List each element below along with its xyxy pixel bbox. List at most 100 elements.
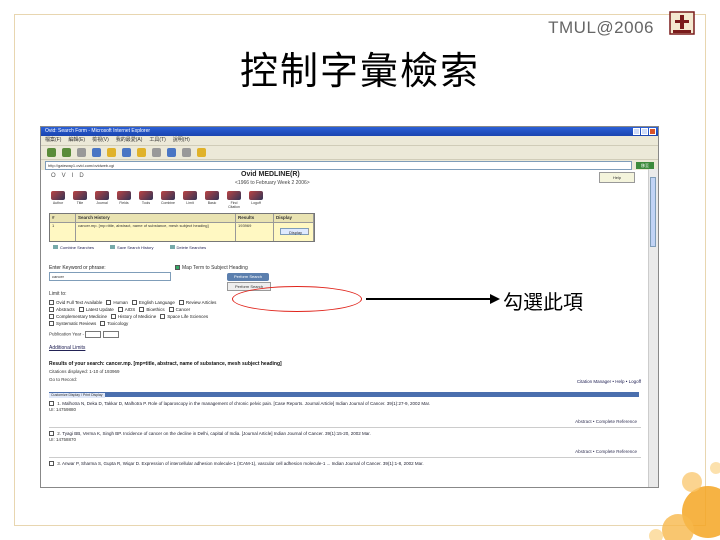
help-button[interactable]: Help <box>599 172 635 183</box>
mail-icon[interactable] <box>167 148 176 157</box>
limit-full-text[interactable]: Ovid Full Text Available <box>49 299 102 306</box>
checkbox-icon[interactable] <box>49 431 54 437</box>
checkbox-icon[interactable] <box>49 314 54 320</box>
refresh-icon[interactable] <box>92 148 101 157</box>
tool-find-citation[interactable]: Find Citation <box>225 191 243 209</box>
combine-searches-link[interactable]: Combine Searches <box>53 245 94 250</box>
limit-history[interactable]: History of Medicine <box>111 313 156 320</box>
limit-bioethics[interactable]: Bioethics <box>139 306 165 313</box>
history-col-results: Results <box>236 214 274 222</box>
limit-cancer[interactable]: Cancer <box>168 306 190 313</box>
menu-tools[interactable]: 工具(T) <box>149 136 165 145</box>
divider <box>49 457 641 458</box>
limit-review[interactable]: Review Articles <box>178 299 216 306</box>
limit-toxicology[interactable]: Toxicology <box>100 320 128 327</box>
home-icon[interactable] <box>107 148 116 157</box>
scrollbar[interactable] <box>648 169 658 487</box>
forward-icon[interactable] <box>62 148 71 157</box>
logoff-icon <box>249 191 263 200</box>
record-text[interactable]: Malhotra N, Deka D, Takkar D, Malhotra P… <box>62 401 430 406</box>
checkbox-icon[interactable] <box>49 300 54 306</box>
publication-year: Publication Year - <box>49 331 119 338</box>
record-links[interactable]: Abstract • Complete Reference <box>575 419 637 424</box>
pubyear-to-select[interactable] <box>102 331 119 338</box>
limit-complementary[interactable]: Complementary Medicine <box>49 313 107 320</box>
limit-abstracts[interactable]: Abstracts <box>49 306 75 313</box>
checkbox-icon[interactable] <box>100 321 106 327</box>
history-links: Combine Searches Save Search History Del… <box>53 245 206 250</box>
checkbox-icon[interactable] <box>117 307 123 313</box>
limit-english[interactable]: English Language <box>131 299 175 306</box>
perform-search-button[interactable]: Perform Search <box>227 273 269 281</box>
save-history-link[interactable]: Save Search History <box>110 245 153 250</box>
history-col-query: Search History <box>76 214 236 222</box>
map-term-checkbox[interactable]: Map Term to Subject Heading <box>175 265 248 271</box>
go-to-record[interactable]: Go to Record: <box>49 377 77 382</box>
history-col-display: Display <box>274 214 314 222</box>
pubyear-from-select[interactable] <box>85 331 102 338</box>
checkbox-icon[interactable] <box>49 307 54 313</box>
tool-basic[interactable]: Basic <box>203 191 221 209</box>
scroll-thumb[interactable] <box>650 177 656 247</box>
menu-file[interactable]: 檔案(F) <box>45 136 61 145</box>
display-button[interactable]: Display <box>280 228 309 235</box>
tool-combine[interactable]: Combine <box>159 191 177 209</box>
menu-favorites[interactable]: 我的最愛(A) <box>116 136 143 145</box>
menu-help[interactable]: 說明(H) <box>173 136 190 145</box>
history-icon[interactable] <box>152 148 161 157</box>
record-links[interactable]: Abstract • Complete Reference <box>575 449 637 454</box>
list-item: 2. Tyagi BB, Verma K, Singh BP. Incidenc… <box>49 431 371 442</box>
citation-links[interactable]: Citation Manager • Help • Logoff <box>577 379 641 384</box>
checkbox-icon[interactable] <box>160 314 166 320</box>
checkbox-icon[interactable] <box>49 401 54 407</box>
combine-icon <box>161 191 175 200</box>
tool-journal[interactable]: Journal <box>93 191 111 209</box>
arrow-head-icon <box>490 294 500 304</box>
maximize-icon[interactable] <box>641 128 648 135</box>
favorites-icon[interactable] <box>137 148 146 157</box>
limit-icon <box>183 191 197 200</box>
customize-display-link[interactable]: Customize Display / Print Display <box>49 393 105 398</box>
menu-view[interactable]: 檢視(V) <box>92 136 109 145</box>
limit-label: Limit to: <box>49 291 67 297</box>
limit-human[interactable]: Human <box>106 299 128 306</box>
checkbox-icon[interactable] <box>178 300 184 306</box>
menu-edit[interactable]: 編輯(E) <box>68 136 85 145</box>
limit-latest[interactable]: Latest Update <box>78 306 114 313</box>
checkbox-icon[interactable] <box>49 461 54 467</box>
limit-systematic[interactable]: Systematic Reviews <box>49 320 96 327</box>
checkbox-icon[interactable] <box>111 314 117 320</box>
checkbox-icon[interactable] <box>78 307 84 313</box>
fields-icon <box>117 191 131 200</box>
limit-space[interactable]: Space Life Sciences <box>160 313 208 320</box>
checkbox-icon[interactable] <box>106 300 112 306</box>
folder-icon[interactable] <box>197 148 206 157</box>
checkbox-checked-icon[interactable] <box>175 265 180 271</box>
print-icon[interactable] <box>182 148 191 157</box>
checkbox-icon[interactable] <box>49 321 54 327</box>
ovid-page: OVID Ovid MEDLINE(R) <1966 to February W… <box>41 169 649 487</box>
record-text[interactable]: Tyagi BB, Verma K, Singh BP. Incidence o… <box>62 431 371 436</box>
tool-fields[interactable]: Fields <box>115 191 133 209</box>
tool-limit[interactable]: Limit <box>181 191 199 209</box>
keyword-input[interactable]: cancer <box>49 272 171 281</box>
limit-aids[interactable]: AIDS <box>117 306 135 313</box>
back-icon[interactable] <box>47 148 56 157</box>
tool-logoff[interactable]: Logoff <box>247 191 265 209</box>
go-button[interactable]: 移至 <box>636 161 654 169</box>
author-icon <box>51 191 65 200</box>
checkbox-icon[interactable] <box>131 300 137 306</box>
close-icon[interactable] <box>649 128 656 135</box>
tools-icon <box>139 191 153 200</box>
stop-icon[interactable] <box>77 148 86 157</box>
search-icon[interactable] <box>122 148 131 157</box>
tool-title[interactable]: Title <box>71 191 89 209</box>
tool-author[interactable]: Author <box>49 191 67 209</box>
record-text[interactable]: Anwar P, Sharma S, Gupta R, Wiqar D. Exp… <box>62 461 424 466</box>
delete-searches-link[interactable]: Delete Searches <box>170 245 207 250</box>
minimize-icon[interactable] <box>633 128 640 135</box>
checkbox-icon[interactable] <box>168 307 174 313</box>
checkbox-icon[interactable] <box>139 307 145 313</box>
tool-tools[interactable]: Tools <box>137 191 155 209</box>
additional-limits-link[interactable]: Additional Limits <box>49 345 85 351</box>
